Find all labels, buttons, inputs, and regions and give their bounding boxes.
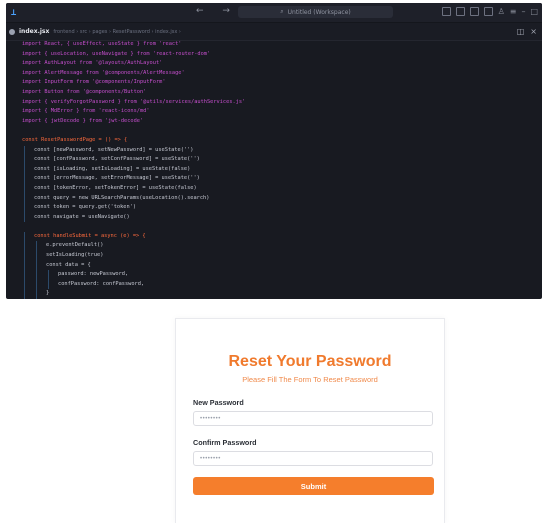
code-area[interactable]: import React, { useEffect, useState } fr… <box>6 40 542 299</box>
minimize-icon[interactable]: – <box>521 7 525 16</box>
code-line: import { jwtDecode } from 'jwt-decode' <box>22 117 144 124</box>
page-subtitle: Please Fill The Form To Reset Password <box>242 375 378 384</box>
indent-guide <box>48 270 49 280</box>
confirm-password-label: Confirm Password <box>193 438 257 447</box>
code-line: const [tokenError, setTokenError] = useS… <box>22 183 542 194</box>
layout-sidebar-icon[interactable] <box>441 7 451 16</box>
code-line: const navigate = useNavigate() <box>22 212 542 223</box>
indent-guide <box>24 203 25 213</box>
editor-tabbar: index.jsx frontend › src › pages › Reset… <box>6 23 542 41</box>
code-line: const query = new URLSearchParams(useLoc… <box>22 193 542 204</box>
indent-guide <box>24 193 25 204</box>
indent-guide <box>24 279 25 290</box>
indent-guide <box>24 251 25 261</box>
indent-guide <box>24 289 25 299</box>
code-line: const [isLoading, setIsLoading] = useSta… <box>22 164 542 175</box>
indent-guide <box>24 231 25 242</box>
indent-guide <box>24 260 25 271</box>
code-line: import AuthLayout from '@layouts/AuthLay… <box>22 60 163 67</box>
code-line: import Button from '@components/Button' <box>22 88 147 95</box>
page-title: Reset Your Password <box>228 353 392 370</box>
indent-guide <box>36 251 37 261</box>
code-line: confPassword: confPassword, <box>22 279 542 290</box>
layout-secondary-icon[interactable] <box>469 7 479 16</box>
breadcrumb[interactable]: frontend › src › pages › ResetPassword ›… <box>53 29 181 35</box>
close-icon[interactable]: × <box>530 27 537 36</box>
new-password-label: New Password <box>193 398 244 407</box>
layout-customize-icon[interactable] <box>483 7 493 16</box>
indent-guide <box>36 260 37 271</box>
code-line: const ResetPasswordPage = () => { <box>22 136 128 143</box>
indent-guide <box>36 241 37 252</box>
tab-index-jsx[interactable]: index.jsx <box>19 28 49 35</box>
new-password-field[interactable] <box>193 411 433 426</box>
navigation-arrows[interactable]: ← → <box>196 6 238 16</box>
command-search-box[interactable]: ⌕ Untitled (Workspace) <box>238 6 393 18</box>
code-line: const data = { <box>22 260 542 271</box>
search-icon: ⌕ <box>280 8 284 15</box>
split-editor-icon[interactable]: ◫ <box>517 27 525 36</box>
titlebar-actions: ♙ ≡ – □ <box>441 7 538 16</box>
file-type-icon <box>9 28 15 35</box>
code-line: import { useLocation, useNavigate } from… <box>22 50 211 57</box>
indent-guide <box>36 279 37 290</box>
indent-guide <box>24 270 25 280</box>
indent-guide <box>48 279 49 290</box>
code-line: const handleSubmit = async (e) => { <box>22 231 542 242</box>
indent-guide <box>24 212 25 223</box>
confirm-password-field[interactable] <box>193 451 433 466</box>
reset-password-card: Reset Your Password Please Fill The Form… <box>175 318 445 523</box>
code-line: import React, { useEffect, useState } fr… <box>22 41 182 47</box>
code-line: import InputForm from '@components/Input… <box>22 79 166 86</box>
code-line: setIsLoading(true) <box>22 251 542 261</box>
settings-icon[interactable]: ≡ <box>510 7 517 16</box>
editor-titlebar: ⟂ ← → ⌕ Untitled (Workspace) ♙ ≡ – □ <box>6 3 542 23</box>
code-line: } <box>22 289 542 299</box>
code-line: const [newPassword, setNewPassword] = us… <box>22 145 542 156</box>
code-line: e.preventDefault() <box>22 241 542 252</box>
indent-guide <box>24 174 25 184</box>
indent-guide <box>36 289 37 299</box>
workspace-label: Untitled (Workspace) <box>287 8 351 16</box>
account-icon[interactable]: ♙ <box>498 7 505 16</box>
indent-guide <box>24 155 25 165</box>
submit-button[interactable]: Submit <box>193 477 434 495</box>
code-line: const token = query.get('token') <box>22 203 542 213</box>
code-line: const [confPassword, setConfPassword] = … <box>22 155 542 165</box>
code-line: import { verifyForgotPassword } from '@u… <box>22 98 246 105</box>
vscode-logo-icon: ⟂ <box>11 7 17 18</box>
indent-guide <box>24 183 25 194</box>
indent-guide <box>36 270 37 280</box>
indent-guide <box>24 145 25 156</box>
code-line: import AlertMessage from '@components/Al… <box>22 69 185 76</box>
indent-guide <box>24 241 25 252</box>
code-line: password: newPassword, <box>22 270 542 280</box>
code-editor-window: ⟂ ← → ⌕ Untitled (Workspace) ♙ ≡ – □ ind… <box>6 3 542 299</box>
indent-guide <box>24 164 25 175</box>
layout-panel-icon[interactable] <box>455 7 465 16</box>
maximize-icon[interactable]: □ <box>530 7 538 16</box>
code-line: const [errorMessage, setErrorMessage] = … <box>22 174 542 184</box>
code-line: import { MdError } from 'react-icons/md' <box>22 108 150 115</box>
